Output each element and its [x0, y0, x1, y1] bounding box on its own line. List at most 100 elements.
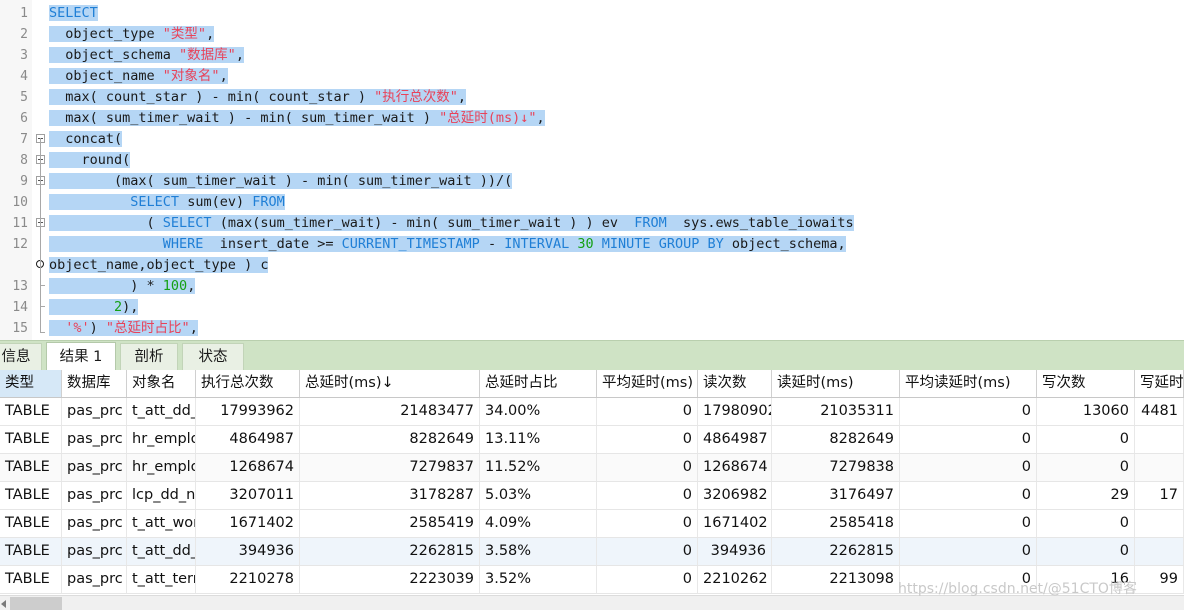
- result-tab-bar[interactable]: 信息 结果 1 剖析 状态: [0, 340, 1184, 371]
- table-cell[interactable]: pas_prc: [62, 398, 127, 425]
- table-cell[interactable]: 0: [900, 426, 1037, 453]
- horizontal-scrollbar-thumb[interactable]: [10, 597, 62, 610]
- table-cell[interactable]: t_att_wor: [127, 510, 196, 537]
- table-cell[interactable]: 2210278: [196, 566, 300, 593]
- table-cell[interactable]: 0: [1037, 454, 1135, 481]
- table-cell[interactable]: 13.11%: [480, 426, 597, 453]
- table-cell[interactable]: t_att_dd_: [127, 398, 196, 425]
- table-cell[interactable]: 7279837: [300, 454, 480, 481]
- table-cell[interactable]: pas_prc: [62, 482, 127, 509]
- table-cell[interactable]: pas_prc: [62, 566, 127, 593]
- table-cell[interactable]: 16: [1037, 566, 1135, 593]
- table-cell[interactable]: 4864987: [196, 426, 300, 453]
- table-cell[interactable]: 1671402: [196, 510, 300, 537]
- table-cell[interactable]: 0: [597, 566, 698, 593]
- column-header[interactable]: 写延时(ms): [1135, 370, 1184, 397]
- table-row[interactable]: TABLE pas_prc t_att_dd_ 394936 2262815 3.58% 0…: [0, 538, 1184, 566]
- column-header[interactable]: 总延时占比: [480, 370, 597, 397]
- table-cell[interactable]: TABLE: [0, 538, 62, 565]
- column-header[interactable]: 读次数: [698, 370, 772, 397]
- column-header[interactable]: 执行总次数: [196, 370, 300, 397]
- table-cell[interactable]: TABLE: [0, 426, 62, 453]
- table-cell[interactable]: 0: [900, 482, 1037, 509]
- table-cell[interactable]: 0: [900, 566, 1037, 593]
- table-cell[interactable]: 1268674: [698, 454, 772, 481]
- table-cell[interactable]: t_att_tern: [127, 566, 196, 593]
- tab-3[interactable]: 剖析: [120, 343, 178, 371]
- code-line[interactable]: round(: [49, 150, 131, 171]
- code-line[interactable]: ) * 100,: [49, 276, 196, 297]
- table-cell[interactable]: [1135, 510, 1184, 537]
- table-cell[interactable]: TABLE: [0, 482, 62, 509]
- table-cell[interactable]: TABLE: [0, 566, 62, 593]
- table-cell[interactable]: 0: [1037, 510, 1135, 537]
- table-cell[interactable]: 3.52%: [480, 566, 597, 593]
- code-line[interactable]: (max( sum_timer_wait ) - min( sum_timer_…: [49, 171, 513, 192]
- table-cell[interactable]: pas_prc: [62, 454, 127, 481]
- table-cell[interactable]: 3176497: [772, 482, 900, 509]
- code-line[interactable]: WHERE insert_date >= CURRENT_TIMESTAMP -…: [49, 234, 846, 255]
- table-row[interactable]: TABLE pas_prc t_att_tern 2210278 2223039 3.52…: [0, 566, 1184, 594]
- code-line[interactable]: object_type "类型",: [49, 24, 215, 45]
- table-cell[interactable]: 0: [597, 538, 698, 565]
- code-line[interactable]: SELECT sum(ev) FROM: [49, 192, 285, 213]
- table-cell[interactable]: TABLE: [0, 398, 62, 425]
- table-cell[interactable]: 0: [1037, 538, 1135, 565]
- table-cell[interactable]: 2262815: [772, 538, 900, 565]
- table-cell[interactable]: 2223039: [300, 566, 480, 593]
- table-cell[interactable]: 2585418: [772, 510, 900, 537]
- scroll-left-arrow-icon[interactable]: [1, 600, 6, 608]
- table-cell[interactable]: 0: [900, 454, 1037, 481]
- table-cell[interactable]: pas_prc: [62, 510, 127, 537]
- code-line[interactable]: max( count_star ) - min( count_star ) "执…: [49, 87, 467, 108]
- table-cell[interactable]: 394936: [196, 538, 300, 565]
- table-cell[interactable]: 2210262: [698, 566, 772, 593]
- tab-1[interactable]: 信息: [0, 343, 42, 371]
- table-cell[interactable]: 0: [597, 454, 698, 481]
- code-line[interactable]: object_name,object_type ) c: [49, 255, 269, 276]
- code-line[interactable]: object_schema "数据库",: [49, 45, 244, 66]
- table-row[interactable]: TABLE pas_prc hr_emplo 4864987 8282649 13.11%…: [0, 426, 1184, 454]
- table-cell[interactable]: 0: [597, 398, 698, 425]
- result-grid[interactable]: 类型 数据库 对象名 执行总次数 总延时(ms)↓ 总延时占比 平均延时(ms) 读次数 读延时…: [0, 370, 1184, 595]
- column-header[interactable]: 写次数: [1037, 370, 1135, 397]
- table-cell[interactable]: 21483477: [300, 398, 480, 425]
- column-header[interactable]: 类型: [0, 370, 62, 397]
- table-cell[interactable]: 0: [597, 426, 698, 453]
- table-cell[interactable]: t_att_dd_: [127, 538, 196, 565]
- table-cell[interactable]: 34.00%: [480, 398, 597, 425]
- table-cell[interactable]: 0: [900, 398, 1037, 425]
- table-cell[interactable]: 0: [597, 482, 698, 509]
- tab-4[interactable]: 状态: [182, 343, 244, 371]
- table-cell[interactable]: 4.09%: [480, 510, 597, 537]
- table-cell[interactable]: pas_prc: [62, 426, 127, 453]
- column-header[interactable]: 读延时(ms): [772, 370, 900, 397]
- table-cell[interactable]: 17980902: [698, 398, 772, 425]
- table-cell[interactable]: 4864987: [698, 426, 772, 453]
- table-cell[interactable]: 99: [1135, 566, 1184, 593]
- table-cell[interactable]: 3.58%: [480, 538, 597, 565]
- column-header[interactable]: 对象名: [127, 370, 196, 397]
- table-cell[interactable]: 0: [900, 538, 1037, 565]
- table-cell[interactable]: [1135, 454, 1184, 481]
- table-cell[interactable]: 1671402: [698, 510, 772, 537]
- code-line[interactable]: ( SELECT (max(sum_timer_wait) - min( sum…: [49, 213, 854, 234]
- code-line[interactable]: 2),: [49, 297, 139, 318]
- table-cell[interactable]: 21035311: [772, 398, 900, 425]
- column-header[interactable]: 数据库: [62, 370, 127, 397]
- column-header[interactable]: 平均延时(ms): [597, 370, 698, 397]
- table-cell[interactable]: 29: [1037, 482, 1135, 509]
- column-header[interactable]: 总延时(ms)↓: [300, 370, 480, 397]
- table-cell[interactable]: [1135, 426, 1184, 453]
- table-cell[interactable]: 7279838: [772, 454, 900, 481]
- table-cell[interactable]: 8282649: [772, 426, 900, 453]
- column-header[interactable]: 平均读延时(ms): [900, 370, 1037, 397]
- table-row[interactable]: TABLE pas_prc hr_emplo 1268674 7279837 11.52%…: [0, 454, 1184, 482]
- table-row[interactable]: TABLE pas_prc t_att_dd_ 17993962 21483477 34.…: [0, 398, 1184, 426]
- code-fold-column[interactable]: [33, 0, 49, 340]
- table-cell[interactable]: pas_prc: [62, 538, 127, 565]
- result-grid-header[interactable]: 类型 数据库 对象名 执行总次数 总延时(ms)↓ 总延时占比 平均延时(ms) 读次数 读延时…: [0, 370, 1184, 398]
- table-cell[interactable]: 17: [1135, 482, 1184, 509]
- table-row[interactable]: TABLE pas_prc lcp_dd_n 3207011 3178287 5.03% 0…: [0, 482, 1184, 510]
- table-cell[interactable]: 3178287: [300, 482, 480, 509]
